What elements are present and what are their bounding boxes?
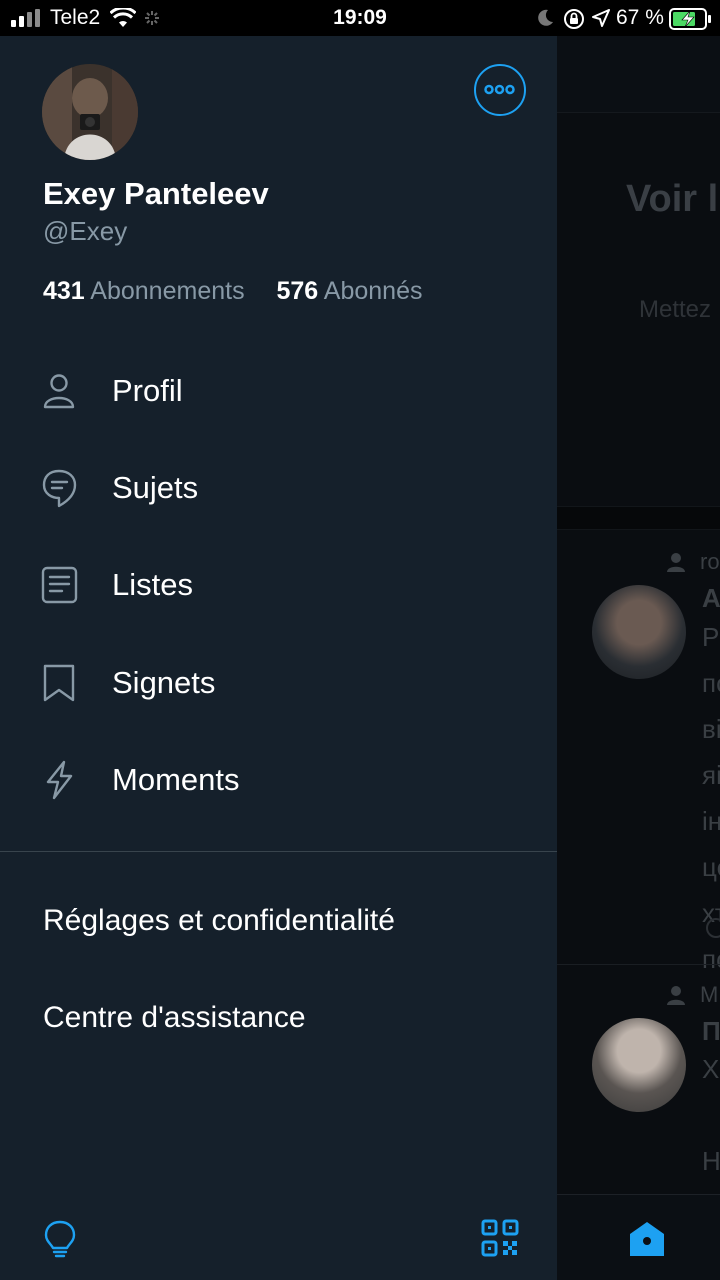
location-arrow-icon [592,9,610,27]
feed-header [557,36,720,113]
tweet-author-avatar[interactable] [592,1018,686,1112]
bookmark-icon [43,664,75,702]
menu-item-label: Profil [112,373,183,408]
tweet-author-name: A [702,583,720,613]
more-options-button[interactable] [474,64,526,116]
menu-item-label: Signets [112,665,216,700]
tweet-context: ro [700,549,720,574]
avatar-photo [42,64,138,160]
lightning-icon [46,760,73,800]
profile-display-name[interactable]: Exey Panteleev [43,176,269,212]
qr-code-icon[interactable] [480,1218,520,1258]
feed-divider [557,964,720,965]
tweet-author-name: П [702,1016,720,1046]
background-feed: Voir l Mettez ro A P по ві яі ін це хт п… [557,36,720,1280]
do-not-disturb-icon [538,9,553,26]
tweet-author-avatar[interactable] [592,585,686,679]
retweet-context-person-icon [667,986,685,1005]
settings-privacy-link[interactable]: Réglages et confidentialité [43,904,395,938]
profile-avatar[interactable] [42,64,138,160]
orientation-lock-icon [564,9,584,29]
menu-item-sujets[interactable]: Sujets [0,450,557,530]
menu-item-listes[interactable]: Listes [0,547,557,627]
topics-icon [42,469,77,508]
lightbulb-icon[interactable] [40,1218,80,1258]
menu-item-moments[interactable]: Moments [0,742,557,822]
help-center-link[interactable]: Centre d'assistance [43,1001,306,1035]
tab-bar [557,1194,720,1280]
retweet-context-person-icon [667,553,685,572]
home-icon[interactable] [627,1219,667,1259]
side-drawer: Exey Panteleev @Exey 431 Abonnements 576… [0,36,557,1280]
following-count: 431 [43,277,85,305]
follow-stats: 431 Abonnements 576 Abonnés [43,277,422,306]
reply-icon[interactable] [702,916,720,940]
feed-prompt-text: Mettez [639,296,712,323]
tweet-context: M [700,982,719,1007]
lists-icon [41,566,78,604]
battery-percentage: 67 % [616,6,664,29]
profile-handle: @Exey [43,216,128,246]
menu-item-profil[interactable]: Profil [0,353,557,433]
menu-item-label: Moments [112,762,240,797]
feed-separator [557,506,720,530]
clock: 19:09 [333,6,387,29]
feed-prompt-title: Voir l [626,178,719,220]
menu-item-label: Listes [112,567,193,602]
status-bar: Tele2 19:09 67 % [0,0,720,36]
person-icon [43,374,75,409]
menu-item-signets[interactable]: Signets [0,645,557,725]
more-dots-icon [484,84,515,95]
following-label: Abonnements [90,277,245,305]
followers-label: Abonnés [323,277,423,305]
menu-item-label: Sujets [112,470,199,505]
followers-count: 576 [276,277,319,305]
menu-divider [0,851,557,852]
battery-charging-icon [669,8,711,30]
followers-link[interactable]: 576 Abonnés [276,277,422,305]
following-link[interactable]: 431 Abonnements [43,277,252,305]
